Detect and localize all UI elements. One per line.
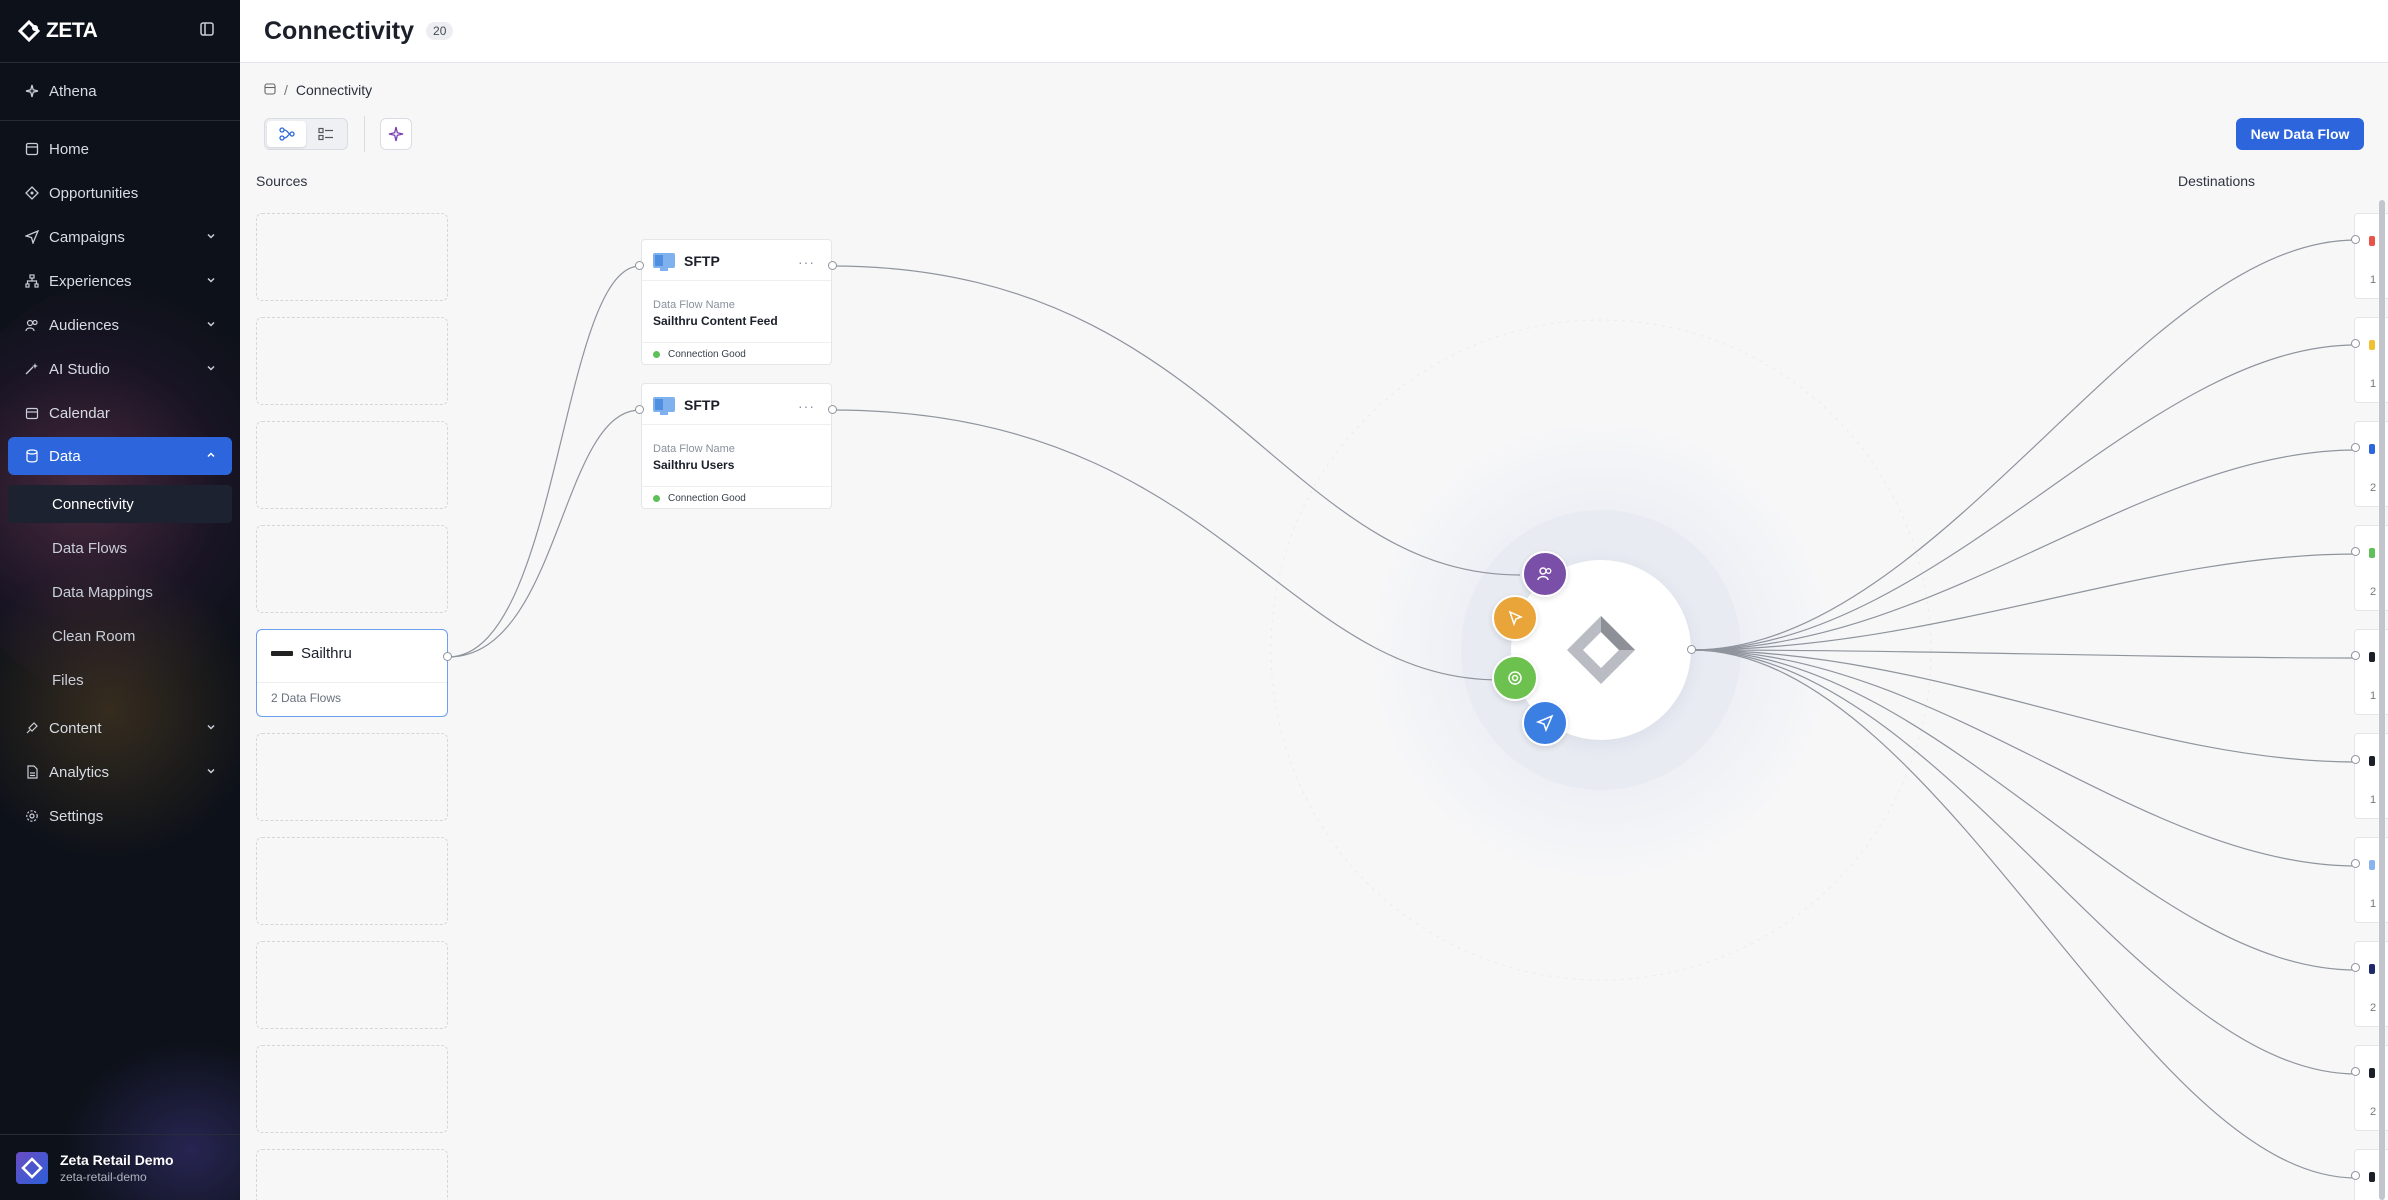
flow-input-port[interactable] xyxy=(635,405,644,414)
source-name: Sailthru xyxy=(301,645,352,662)
destination-input-port[interactable] xyxy=(2351,443,2360,452)
destination-count: 2 xyxy=(2370,1002,2377,1014)
source-slot-empty[interactable] xyxy=(256,317,448,405)
cursor-icon xyxy=(1508,610,1523,627)
flow-type: SFTP xyxy=(684,253,720,269)
hub-output-port[interactable] xyxy=(1687,645,1696,654)
flow-output-port[interactable] xyxy=(828,405,837,414)
zeta-hub-logo-icon xyxy=(1567,616,1635,684)
flow-type: SFTP xyxy=(684,397,720,413)
destination-logo xyxy=(2369,964,2375,974)
source-slot-empty[interactable] xyxy=(256,1149,448,1200)
destination-input-port[interactable] xyxy=(2351,859,2360,868)
data-flow-card[interactable]: SFTP ··· Data Flow Name Sailthru Content… xyxy=(641,239,832,365)
flow-name-label: Data Flow Name xyxy=(653,443,735,455)
status-dot xyxy=(653,351,660,358)
destination-input-port[interactable] xyxy=(2351,1171,2360,1180)
connection-status: Connection Good xyxy=(653,493,746,504)
destination-count: 1 xyxy=(2370,690,2377,702)
audience-bubble[interactable] xyxy=(1522,551,1568,597)
flow-input-port[interactable] xyxy=(635,261,644,270)
destination-count: 2 xyxy=(2370,586,2377,598)
source-slot-empty[interactable] xyxy=(256,1045,448,1133)
flow-name: Sailthru Users xyxy=(653,458,735,472)
flow-output-port[interactable] xyxy=(828,261,837,270)
source-port[interactable] xyxy=(443,652,452,661)
source-slot-empty[interactable] xyxy=(256,421,448,509)
destination-count: 1 xyxy=(2370,898,2377,910)
destination-input-port[interactable] xyxy=(2351,963,2360,972)
send-icon xyxy=(1536,714,1554,732)
source-slot-empty[interactable] xyxy=(256,941,448,1029)
destination-logo xyxy=(2369,860,2375,870)
destination-logo xyxy=(2369,652,2375,662)
data-flow-card[interactable]: SFTP ··· Data Flow Name Sailthru Users C… xyxy=(641,383,832,509)
vertical-scrollbar[interactable] xyxy=(2379,200,2385,1200)
destination-input-port[interactable] xyxy=(2351,235,2360,244)
destination-logo xyxy=(2369,444,2375,454)
source-slot-empty[interactable] xyxy=(256,837,448,925)
flow-name-label: Data Flow Name xyxy=(653,299,735,311)
destination-input-port[interactable] xyxy=(2351,547,2360,556)
destination-count: 2 xyxy=(2370,1106,2377,1118)
target-icon xyxy=(1508,671,1522,685)
attribution-bubble[interactable] xyxy=(1492,655,1538,701)
destination-input-port[interactable] xyxy=(2351,651,2360,660)
source-slot-empty[interactable] xyxy=(256,733,448,821)
more-options-icon[interactable]: ··· xyxy=(798,254,815,270)
destination-logo xyxy=(2369,340,2375,350)
destination-logo xyxy=(2369,548,2375,558)
send-bubble[interactable] xyxy=(1522,700,1568,746)
cursor-bubble[interactable] xyxy=(1492,595,1538,641)
source-slot-empty[interactable] xyxy=(256,525,448,613)
sailthru-logo xyxy=(271,651,293,656)
destination-input-port[interactable] xyxy=(2351,755,2360,764)
source-card-sailthru[interactable]: Sailthru 2 Data Flows xyxy=(256,629,448,717)
destination-count: 1 xyxy=(2370,378,2377,390)
status-text: Connection Good xyxy=(668,493,746,504)
status-text: Connection Good xyxy=(668,349,746,360)
more-options-icon[interactable]: ··· xyxy=(798,398,815,414)
destination-logo xyxy=(2369,236,2375,246)
source-slot-empty[interactable] xyxy=(256,213,448,301)
server-icon xyxy=(653,253,675,271)
destination-logo xyxy=(2369,1068,2375,1078)
destination-logo xyxy=(2369,756,2375,766)
destination-count: 2 xyxy=(2370,482,2377,494)
connection-status: Connection Good xyxy=(653,349,746,360)
destination-count: 1 xyxy=(2370,794,2377,806)
destination-input-port[interactable] xyxy=(2351,339,2360,348)
destination-input-port[interactable] xyxy=(2351,1067,2360,1076)
destination-count: 1 xyxy=(2370,274,2377,286)
status-dot xyxy=(653,495,660,502)
destination-logo xyxy=(2369,1172,2375,1182)
source-flow-count: 2 Data Flows xyxy=(271,691,342,705)
server-icon xyxy=(653,397,675,415)
users-icon xyxy=(1537,567,1552,581)
flow-name: Sailthru Content Feed xyxy=(653,314,778,328)
